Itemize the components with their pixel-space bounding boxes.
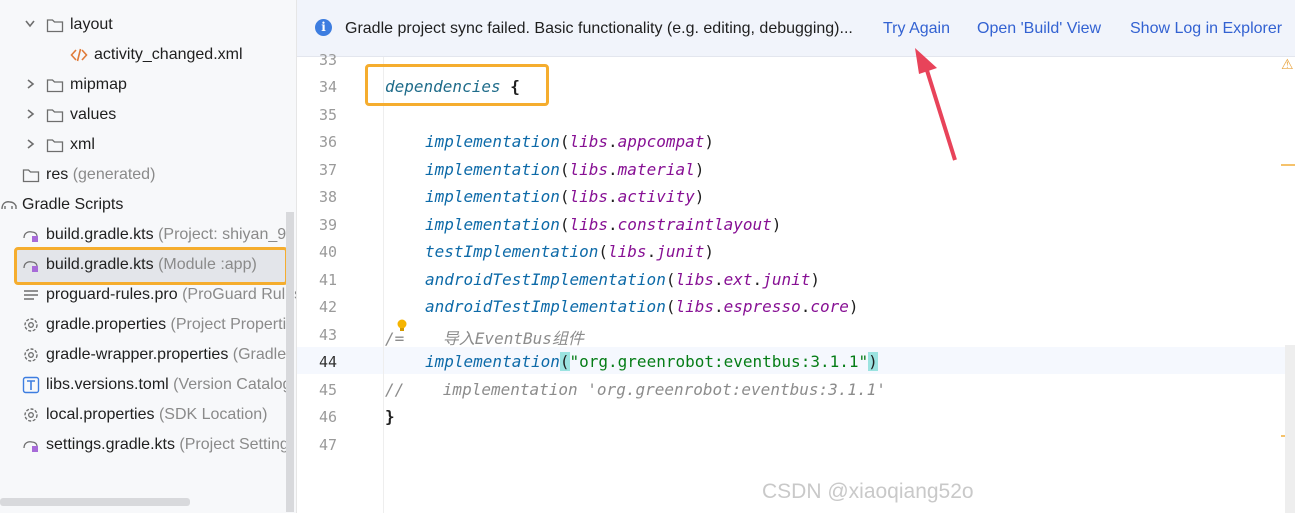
line-number: 40	[319, 243, 338, 261]
code-editor[interactable]: i Gradle project sync failed. Basic func…	[296, 0, 1295, 513]
line-number: 35	[319, 106, 338, 124]
warning-icon[interactable]: ⚠	[1281, 56, 1294, 73]
tree-item-label: Gradle Scripts	[22, 196, 124, 213]
tree-item-gradle-scripts[interactable]: Gradle Scripts	[0, 190, 296, 220]
code-line-39: implementation(libs.constraintlayout)	[425, 215, 782, 234]
folder-icon	[46, 109, 64, 123]
folder-icon	[46, 19, 64, 33]
info-icon: i	[315, 19, 332, 36]
xml-file-icon	[70, 48, 88, 62]
code-line-43: /= 导入EventBus组件	[385, 329, 584, 348]
code-line-38: implementation(libs.activity)	[425, 187, 705, 206]
line-number: 45	[319, 381, 338, 399]
line-number: 43	[319, 326, 338, 344]
try-again-link[interactable]: Try Again	[883, 20, 950, 38]
line-number-gutter	[297, 57, 384, 513]
line-number-current: 44	[319, 353, 338, 371]
tree-item-label: local.properties (SDK Location)	[46, 406, 268, 423]
toml-file-icon	[22, 376, 40, 394]
gradle-elephant-icon	[1, 201, 17, 210]
tree-item-label: gradle.properties (Project Properti	[46, 316, 287, 333]
line-number: 41	[319, 271, 338, 289]
code-line-44: implementation("org.greenrobot:eventbus:…	[425, 352, 878, 371]
tree-item-label: settings.gradle.kts (Project Setting	[46, 436, 289, 453]
line-number: 39	[319, 216, 338, 234]
tree-item-label: mipmap	[70, 76, 127, 93]
lightbulb-icon[interactable]	[396, 319, 408, 333]
gradle-kts-file-icon	[23, 231, 38, 242]
tree-item-mipmap[interactable]: mipmap	[0, 70, 296, 100]
watermark: CSDN @xiaoqiang52o	[762, 480, 974, 503]
tree-item-local-properties[interactable]: local.properties (SDK Location)	[0, 400, 296, 430]
tree-item-label: xml	[70, 136, 95, 153]
line-number: 47	[319, 436, 338, 454]
sync-failed-banner: i Gradle project sync failed. Basic func…	[297, 0, 1295, 57]
tree-item-gradle-wrapper-properties[interactable]: gradle-wrapper.properties (Gradle	[0, 340, 296, 370]
tree-item-build-gradle-project[interactable]: build.gradle.kts (Project: shiyan_9)	[0, 220, 296, 250]
code-line-40: testImplementation(libs.junit)	[425, 242, 715, 261]
folder-icon	[46, 79, 64, 93]
chevron-down-icon[interactable]	[24, 17, 36, 31]
tree-item-label: build.gradle.kts (Module :app)	[46, 256, 257, 273]
tree-item-res-generated[interactable]: res (generated)	[0, 160, 296, 190]
text-file-icon	[24, 290, 38, 300]
gradle-kts-file-icon	[23, 441, 38, 452]
tree-item-libs-versions-toml[interactable]: libs.versions.toml (Version Catalog	[0, 370, 296, 400]
chevron-right-icon[interactable]	[24, 107, 36, 121]
folder-icon	[46, 139, 64, 153]
line-number: 37	[319, 161, 338, 179]
line-number: 36	[319, 133, 338, 151]
line-number: 33	[319, 51, 338, 69]
tree-item-gradle-properties[interactable]: gradle.properties (Project Properti	[0, 310, 296, 340]
code-line-41: androidTestImplementation(libs.ext.junit…	[425, 270, 820, 289]
tree-item-label: layout	[70, 16, 113, 33]
code-line-37: implementation(libs.material)	[425, 160, 705, 179]
open-build-view-link[interactable]: Open 'Build' View	[977, 20, 1101, 38]
line-number: 34	[319, 78, 338, 96]
tree-horizontal-scrollbar[interactable]	[0, 498, 190, 506]
gear-icon	[24, 318, 38, 332]
scrollbar-marker	[1281, 164, 1295, 166]
code-line-42: androidTestImplementation(libs.espresso.…	[425, 297, 859, 316]
editor-vertical-scrollbar[interactable]	[1285, 345, 1295, 513]
code-line-45: // implementation 'org.greenrobot:eventb…	[385, 380, 886, 399]
tree-item-label: activity_changed.xml	[94, 46, 243, 63]
gradle-kts-file-icon	[23, 261, 38, 272]
line-number: 46	[319, 408, 338, 426]
folder-icon	[22, 169, 40, 183]
tree-item-label: build.gradle.kts (Project: shiyan_9)	[46, 226, 292, 243]
show-log-in-explorer-link[interactable]: Show Log in Explorer	[1130, 20, 1282, 38]
tree-item-label: gradle-wrapper.properties (Gradle	[46, 346, 287, 363]
dependencies-highlight-box	[365, 64, 549, 106]
tree-item-proguard-rules[interactable]: proguard-rules.pro (ProGuard Rules	[0, 280, 296, 310]
tree-item-values[interactable]: values	[0, 100, 296, 130]
gear-icon	[24, 348, 38, 362]
chevron-right-icon[interactable]	[24, 77, 36, 91]
tree-item-label: values	[70, 106, 117, 123]
code-line-36: implementation(libs.appcompat)	[425, 132, 715, 151]
chevron-right-icon[interactable]	[24, 137, 36, 151]
banner-message: Gradle project sync failed. Basic functi…	[345, 20, 853, 37]
red-arrow-annotation	[915, 48, 957, 161]
code-line-46: }	[385, 407, 395, 426]
line-number: 38	[319, 188, 338, 206]
tree-item-label: res (generated)	[46, 166, 156, 183]
tree-item-settings-gradle[interactable]: settings.gradle.kts (Project Setting	[0, 430, 296, 460]
tree-item-xml[interactable]: xml	[0, 130, 296, 160]
tree-item-label: proguard-rules.pro (ProGuard Rules	[46, 286, 296, 303]
tree-item-label: libs.versions.toml (Version Catalog	[46, 376, 292, 393]
gear-icon	[24, 408, 38, 422]
tree-item-activity-changed-xml[interactable]: activity_changed.xml	[0, 40, 296, 70]
tree-item-layout[interactable]: layout	[0, 10, 296, 40]
tree-vertical-scrollbar[interactable]	[286, 212, 294, 512]
line-number: 42	[319, 298, 338, 316]
project-tree-panel: layout activity_changed.xml mipmap value…	[0, 0, 296, 513]
tree-item-build-gradle-module[interactable]: build.gradle.kts (Module :app)	[0, 250, 296, 280]
